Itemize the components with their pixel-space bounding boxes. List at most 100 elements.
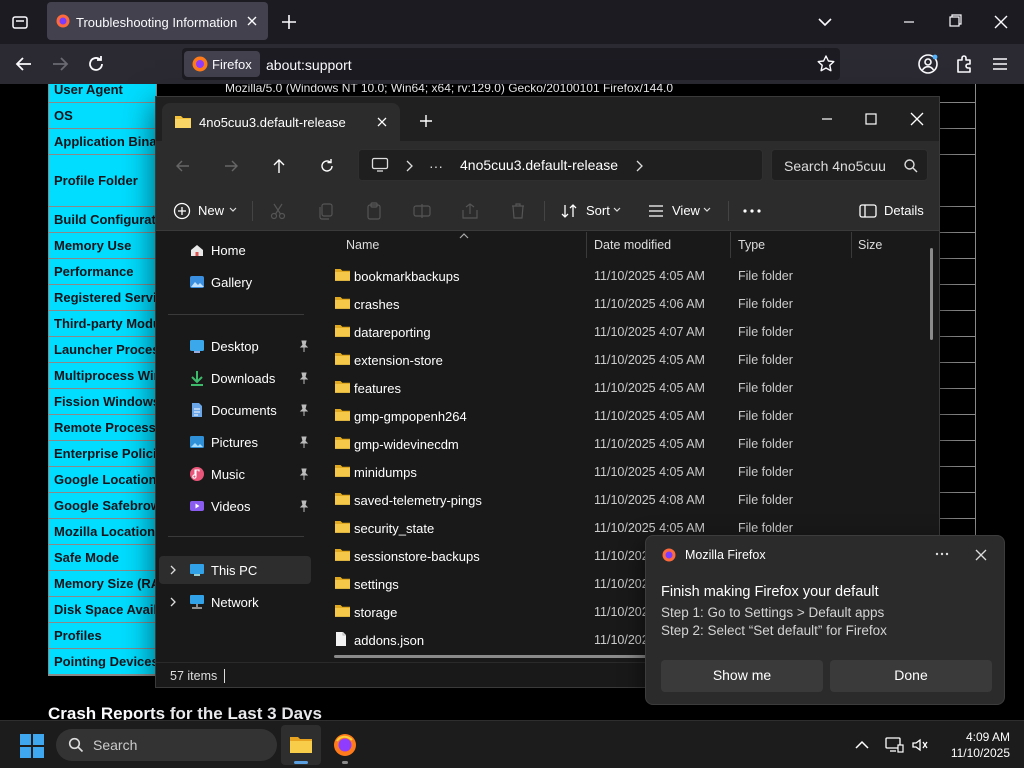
nav-item-downloads[interactable]: Downloads <box>159 364 311 392</box>
nav-item-gallery[interactable]: Gallery <box>159 268 311 296</box>
sort-button[interactable]: Sort <box>560 201 622 221</box>
chevron-right-icon[interactable] <box>169 565 177 575</box>
view-button[interactable]: View <box>646 201 712 221</box>
reload-icon[interactable] <box>84 52 108 76</box>
divider <box>851 232 852 258</box>
minimize-icon[interactable] <box>894 8 924 36</box>
copy-icon[interactable] <box>316 201 336 221</box>
column-type[interactable]: Type <box>738 238 765 252</box>
cut-icon[interactable] <box>268 201 288 221</box>
nav-item-videos[interactable]: Videos <box>159 492 311 520</box>
music-icon <box>189 466 205 482</box>
more-icon[interactable] <box>742 201 762 221</box>
new-button[interactable]: New <box>172 201 242 221</box>
paste-icon[interactable] <box>364 201 384 221</box>
identity-box[interactable]: Firefox <box>184 51 260 77</box>
file-row[interactable]: bookmarkbackups 11/10/2025 4:05 AM File fo… <box>316 262 939 290</box>
file-row[interactable]: crashes 11/10/2025 4:06 AM File folder <box>316 290 939 318</box>
nav-item-pictures[interactable]: Pictures <box>159 428 311 456</box>
taskbar-search-input[interactable] <box>93 735 263 755</box>
file-name: sessionstore-backups <box>354 549 480 564</box>
address-bar[interactable]: Firefox about:support <box>182 48 840 80</box>
minimize-icon[interactable] <box>812 105 842 133</box>
breadcrumb-current[interactable]: 4no5cuu3.default-release <box>460 157 618 173</box>
maximize-icon[interactable] <box>856 105 886 133</box>
file-name: extension-store <box>354 353 443 368</box>
nav-item-documents[interactable]: Documents <box>159 396 311 424</box>
pin-icon[interactable] <box>299 468 309 480</box>
windows-start-icon[interactable] <box>20 734 44 758</box>
close-icon[interactable] <box>243 12 261 30</box>
share-icon[interactable] <box>460 201 480 221</box>
close-icon[interactable] <box>986 8 1016 36</box>
file-row[interactable]: features 11/10/2025 4:05 AM File folder <box>316 374 939 402</box>
menu-icon[interactable] <box>988 52 1012 76</box>
horizontal-scrollbar[interactable] <box>334 655 664 658</box>
explorer-search[interactable] <box>771 149 928 181</box>
column-date-modified[interactable]: Date modified <box>594 238 671 252</box>
support-row-label: Memory Size (RAM) <box>49 571 157 596</box>
file-row[interactable]: gmp-gmpopenh264 11/10/2025 4:05 AM File fo… <box>316 402 939 430</box>
back-icon[interactable] <box>12 52 36 76</box>
delete-icon[interactable] <box>508 201 528 221</box>
column-name[interactable]: Name <box>346 238 379 252</box>
up-arrow-icon[interactable] <box>270 157 288 175</box>
nav-item-music[interactable]: Music <box>159 460 311 488</box>
close-icon[interactable] <box>974 548 988 562</box>
file-row[interactable]: saved-telemetry-pings 11/10/2025 4:08 AM F… <box>316 486 939 514</box>
chevron-right-icon[interactable] <box>169 597 177 607</box>
nav-item-desktop[interactable]: Desktop <box>159 332 311 360</box>
refresh-icon[interactable] <box>318 157 336 175</box>
taskbar-search[interactable] <box>56 729 277 761</box>
done-button[interactable]: Done <box>830 660 992 692</box>
chevron-right-icon[interactable] <box>634 159 644 173</box>
close-icon[interactable] <box>902 105 932 133</box>
file-explorer-icon[interactable] <box>281 725 321 765</box>
chevron-up-icon[interactable] <box>852 735 872 755</box>
file-row[interactable]: gmp-widevinecdm 11/10/2025 4:05 AM File fo… <box>316 430 939 458</box>
file-row[interactable]: datareporting 11/10/2025 4:07 AM File fold… <box>316 318 939 346</box>
pin-icon[interactable] <box>299 340 309 352</box>
breadcrumb[interactable]: ··· 4no5cuu3.default-release <box>358 149 763 181</box>
nav-item-network[interactable]: Network <box>159 588 311 616</box>
pin-icon[interactable] <box>299 404 309 416</box>
account-icon[interactable] <box>916 52 940 76</box>
chevron-down-icon[interactable] <box>815 12 835 32</box>
maximize-icon[interactable] <box>940 8 970 36</box>
support-row-label: Profiles <box>49 623 157 648</box>
details-button[interactable]: Details <box>858 201 924 221</box>
plus-icon[interactable] <box>418 113 434 129</box>
pin-icon[interactable] <box>299 500 309 512</box>
explorer-tab[interactable]: 4no5cuu3.default-release <box>162 103 400 141</box>
back-icon[interactable] <box>174 157 192 175</box>
file-name: addons.json <box>354 633 425 648</box>
breadcrumb-more[interactable]: ··· <box>429 158 443 174</box>
tab-troubleshooting[interactable]: Troubleshooting Information <box>47 2 268 40</box>
forward-icon[interactable] <box>222 157 240 175</box>
firefox-icon[interactable] <box>325 725 365 765</box>
explorer-search-input[interactable] <box>784 156 896 176</box>
more-icon[interactable] <box>934 546 950 562</box>
file-row[interactable]: minidumps 11/10/2025 4:05 AM File folder <box>316 458 939 486</box>
tab-list-icon[interactable] <box>8 10 32 34</box>
forward-icon[interactable] <box>48 52 72 76</box>
extensions-icon[interactable] <box>952 52 976 76</box>
nav-item-this-pc[interactable]: This PC <box>159 556 311 584</box>
system-clock[interactable]: 4:09 AM 11/10/2025 <box>920 729 1010 761</box>
star-icon[interactable] <box>816 54 836 74</box>
support-row-label: Google Safebrowsing Key <box>49 493 157 518</box>
display-icon[interactable] <box>884 735 904 755</box>
file-row[interactable]: extension-store 11/10/2025 4:05 AM File fo… <box>316 346 939 374</box>
support-row-label: Safe Mode <box>49 545 157 570</box>
url-text[interactable]: about:support <box>266 57 352 73</box>
close-icon[interactable] <box>375 115 389 129</box>
vertical-scrollbar[interactable] <box>930 248 933 340</box>
pin-icon[interactable] <box>299 372 309 384</box>
file-name: storage <box>354 605 398 620</box>
plus-icon[interactable] <box>279 12 299 32</box>
nav-item-home[interactable]: Home <box>159 236 311 264</box>
pin-icon[interactable] <box>299 436 309 448</box>
show-me-button[interactable]: Show me <box>661 660 823 692</box>
rename-icon[interactable] <box>412 201 432 221</box>
column-size[interactable]: Size <box>858 238 882 252</box>
